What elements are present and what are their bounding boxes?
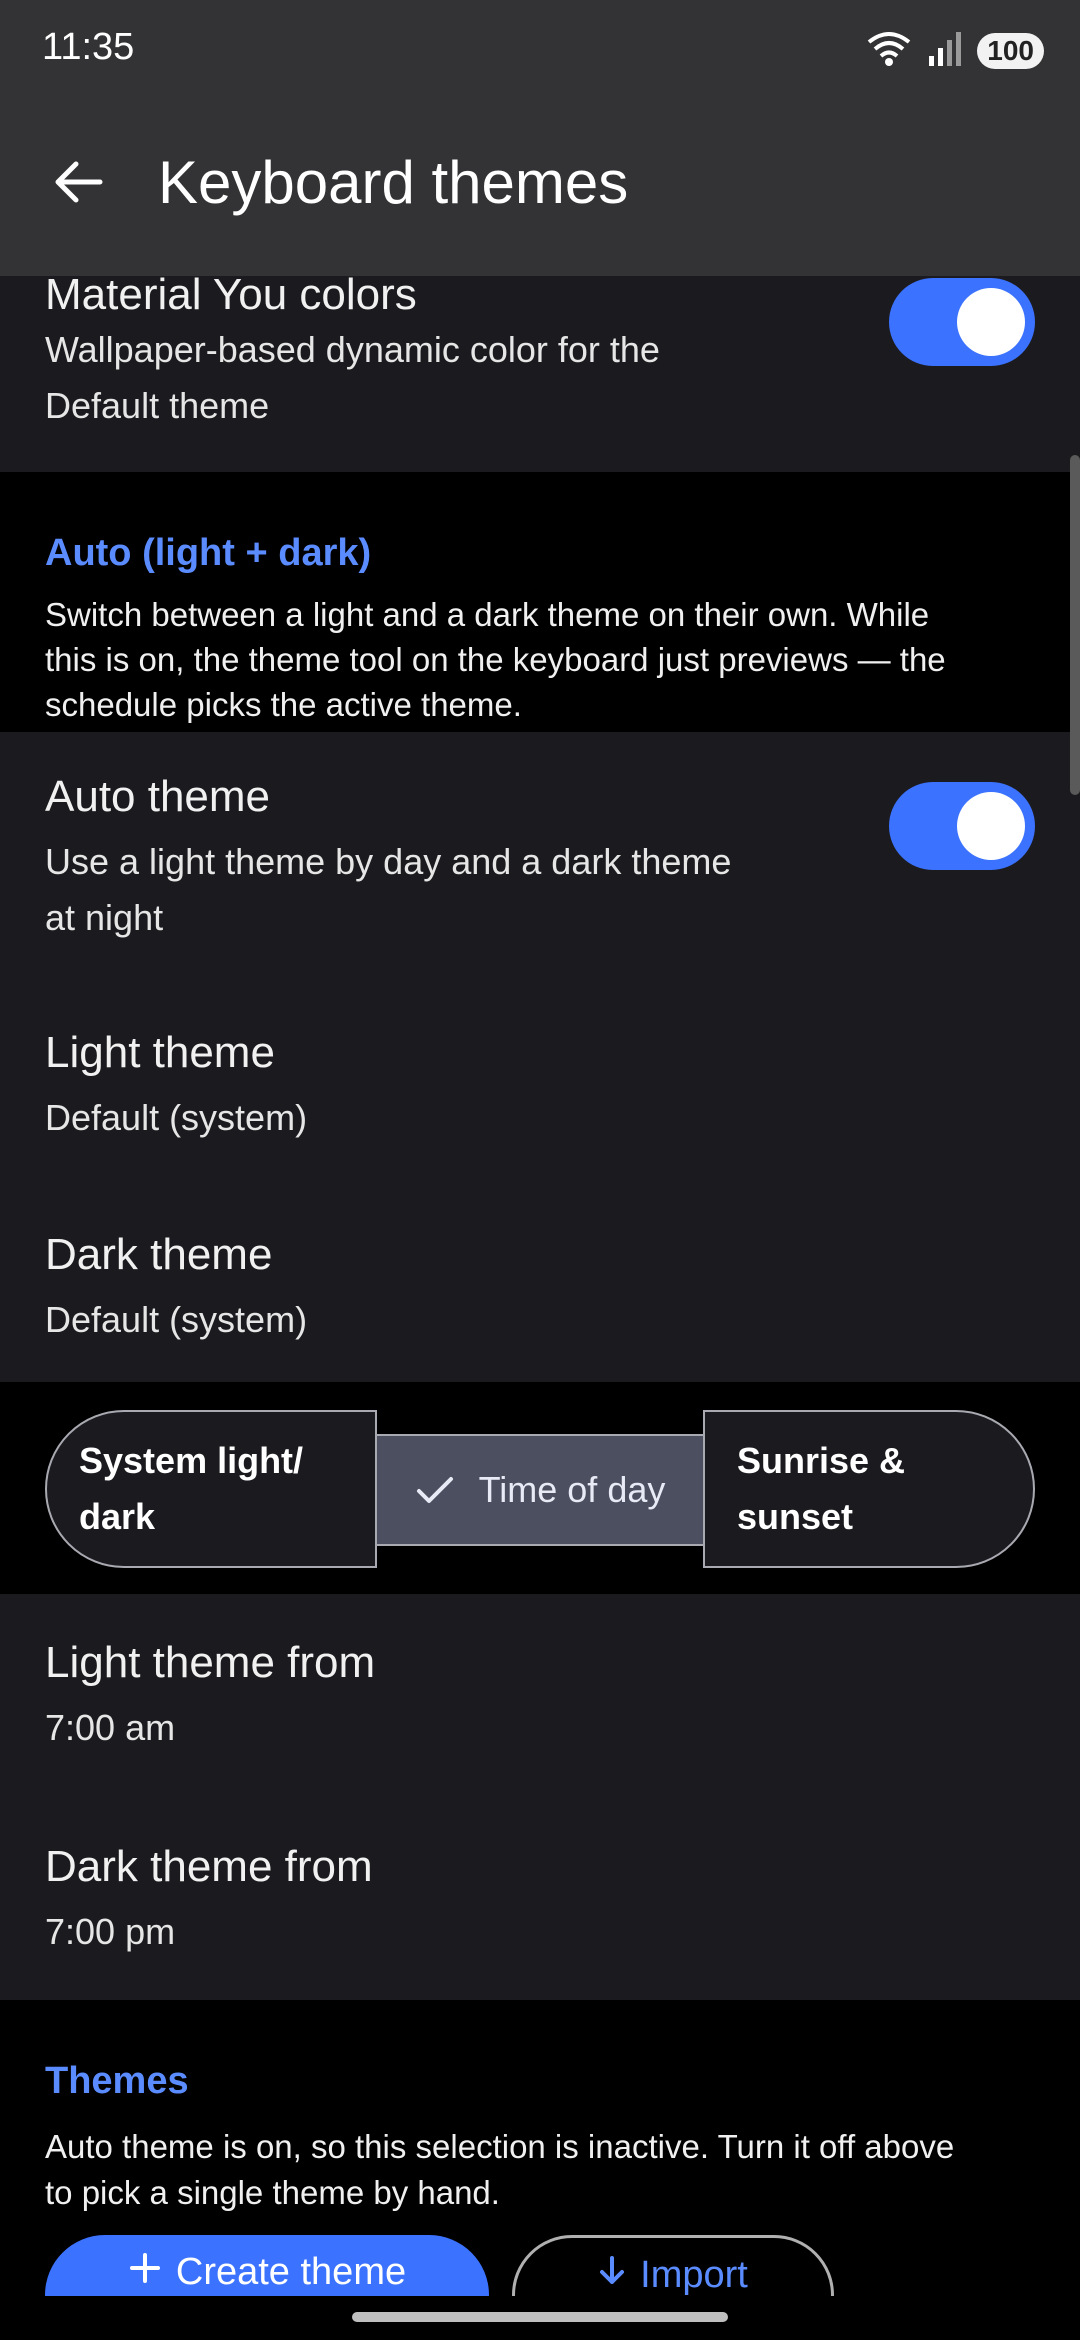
segment-sunrise-label-2: sunset — [737, 1496, 854, 1537]
auto-theme-row[interactable]: Auto theme Use a light theme by day and … — [0, 732, 1080, 962]
light-theme-title: Light theme — [45, 1028, 275, 1077]
check-icon — [415, 1473, 455, 1507]
segment-time-of-day-label: Time of day — [478, 1469, 666, 1510]
segment-sunrise-label-1: Sunrise & — [737, 1440, 906, 1481]
auto-theme-toggle[interactable] — [889, 782, 1035, 870]
wifi-icon — [865, 28, 913, 73]
dark-theme-value: Default (system) — [45, 1299, 308, 1340]
material-you-subtitle-2: Default theme — [45, 385, 270, 426]
schedule-mode-selector: System light/ dark Time of day Sunrise &… — [45, 1410, 1035, 1572]
arrow-back-icon — [52, 160, 104, 209]
dark-from-title: Dark theme from — [45, 1842, 373, 1891]
segment-time-of-day[interactable]: Time of day — [375, 1434, 705, 1546]
auto-section-desc-3: schedule picks the active theme. — [45, 686, 522, 723]
status-time: 11:35 — [42, 26, 135, 68]
themes-section-header: Themes — [45, 2060, 189, 2102]
segment-system-label-2: dark — [79, 1496, 156, 1537]
themes-section-desc-1: Auto theme is on, so this selection is i… — [45, 2128, 955, 2165]
battery-indicator: 100 — [977, 32, 1044, 69]
auto-theme-title: Auto theme — [45, 772, 271, 821]
themes-section-desc-2: to pick a single theme by hand. — [45, 2174, 500, 2211]
segment-sunrise-sunset[interactable]: Sunrise & sunset — [703, 1410, 1035, 1568]
settings-list: Material You colors Wallpaper-based dyna… — [0, 276, 1080, 2340]
schedule-times-card: Light theme from 7:00 am Dark theme from… — [0, 1594, 1080, 2000]
dark-from-value: 7:00 pm — [45, 1911, 176, 1952]
auto-theme-card: Auto theme Use a light theme by day and … — [0, 732, 1080, 1382]
dark-theme-title: Dark theme — [45, 1230, 273, 1279]
auto-section-desc-1: Switch between a light and a dark theme … — [45, 596, 930, 633]
auto-theme-subtitle-2: at night — [45, 897, 164, 938]
material-you-subtitle-1: Wallpaper-based dynamic color for the — [45, 329, 660, 370]
auto-section-desc-2: this is on, the theme tool on the keyboa… — [45, 641, 946, 678]
toggle-knob — [957, 792, 1025, 860]
dark-theme-row[interactable]: Dark theme Default (system) — [0, 1162, 1080, 1382]
light-from-row[interactable]: Light theme from 7:00 am — [0, 1594, 1080, 1794]
auto-theme-subtitle-1: Use a light theme by day and a dark them… — [45, 841, 732, 882]
segment-system-label-1: System light/ — [79, 1440, 304, 1481]
auto-section-header: Auto (light + dark) — [45, 532, 372, 574]
scrollbar[interactable] — [1070, 455, 1080, 795]
page-title: Keyboard themes — [158, 149, 629, 216]
light-theme-value: Default (system) — [45, 1097, 308, 1138]
light-from-value: 7:00 am — [45, 1707, 176, 1748]
back-button[interactable] — [44, 150, 112, 218]
signal-icon — [927, 28, 963, 73]
auto-section: Auto (light + dark) Switch between a lig… — [0, 472, 1080, 742]
screen: 11:35 100 Keyboard themes Material You c… — [0, 0, 1080, 2340]
light-theme-row[interactable]: Light theme Default (system) — [0, 962, 1080, 1162]
status-icons: 100 — [865, 28, 1044, 73]
dark-from-row[interactable]: Dark theme from 7:00 pm — [0, 1794, 1080, 2000]
toggle-knob — [957, 288, 1025, 356]
material-you-row[interactable]: Material You colors Wallpaper-based dyna… — [0, 276, 1080, 472]
material-you-title: Material You colors — [45, 276, 417, 319]
app-bar: 11:35 100 Keyboard themes — [0, 0, 1080, 276]
home-indicator[interactable] — [352, 2312, 728, 2322]
material-you-toggle[interactable] — [889, 278, 1035, 366]
light-from-title: Light theme from — [45, 1638, 376, 1687]
segment-system-light-dark[interactable]: System light/ dark — [45, 1410, 377, 1568]
